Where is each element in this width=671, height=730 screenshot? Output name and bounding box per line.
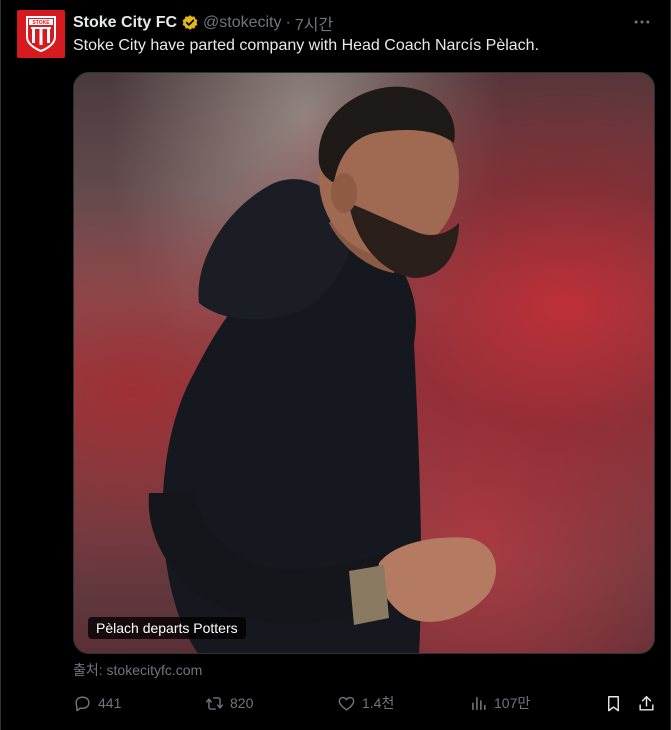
tweet-image[interactable]: Pèlach departs Potters [73, 72, 655, 654]
author-name[interactable]: Stoke City FC [73, 14, 177, 32]
avatar-text: STOKE [32, 20, 50, 26]
action-bar: 441 820 1.4천 107만 [73, 690, 656, 716]
tweet-header: Stoke City FC @stokecity · 7시간 [73, 12, 654, 34]
bookmark-icon [608, 695, 619, 711]
verified-badge-icon [182, 15, 198, 30]
coach-photo [148, 86, 497, 653]
share-icon [639, 695, 654, 711]
separator-dot: · [285, 14, 291, 31]
retweet-icon [205, 696, 224, 710]
more-options-button[interactable] [630, 10, 654, 34]
image-caption: Pèlach departs Potters [88, 617, 246, 639]
source-link[interactable]: 출처: stokecityfc.com [73, 660, 202, 680]
more-icon [634, 20, 650, 24]
bookmark-button[interactable] [604, 694, 623, 713]
retweet-count: 820 [230, 695, 254, 711]
reply-button[interactable]: 441 [73, 694, 205, 713]
tweet-card[interactable]: STOKE Stoke City FC @stokecity · 7시간 Sto… [0, 0, 671, 730]
timestamp[interactable]: 7시간 [295, 11, 333, 35]
like-button[interactable]: 1.4천 [337, 693, 469, 713]
views-button[interactable]: 107만 [469, 693, 601, 713]
views-count: 107만 [494, 695, 531, 711]
avatar[interactable]: STOKE [17, 10, 65, 58]
reply-count: 441 [98, 695, 122, 711]
reply-icon [75, 695, 90, 711]
author-handle[interactable]: @stokecity [203, 14, 281, 32]
like-icon [338, 696, 355, 711]
right-actions [604, 694, 656, 713]
retweet-button[interactable]: 820 [205, 694, 337, 713]
tweet-text: Stoke City have parted company with Head… [73, 37, 540, 54]
like-count: 1.4천 [362, 695, 395, 711]
views-icon [472, 696, 486, 710]
share-button[interactable] [637, 694, 656, 713]
stoke-crest-icon: STOKE [26, 16, 56, 53]
